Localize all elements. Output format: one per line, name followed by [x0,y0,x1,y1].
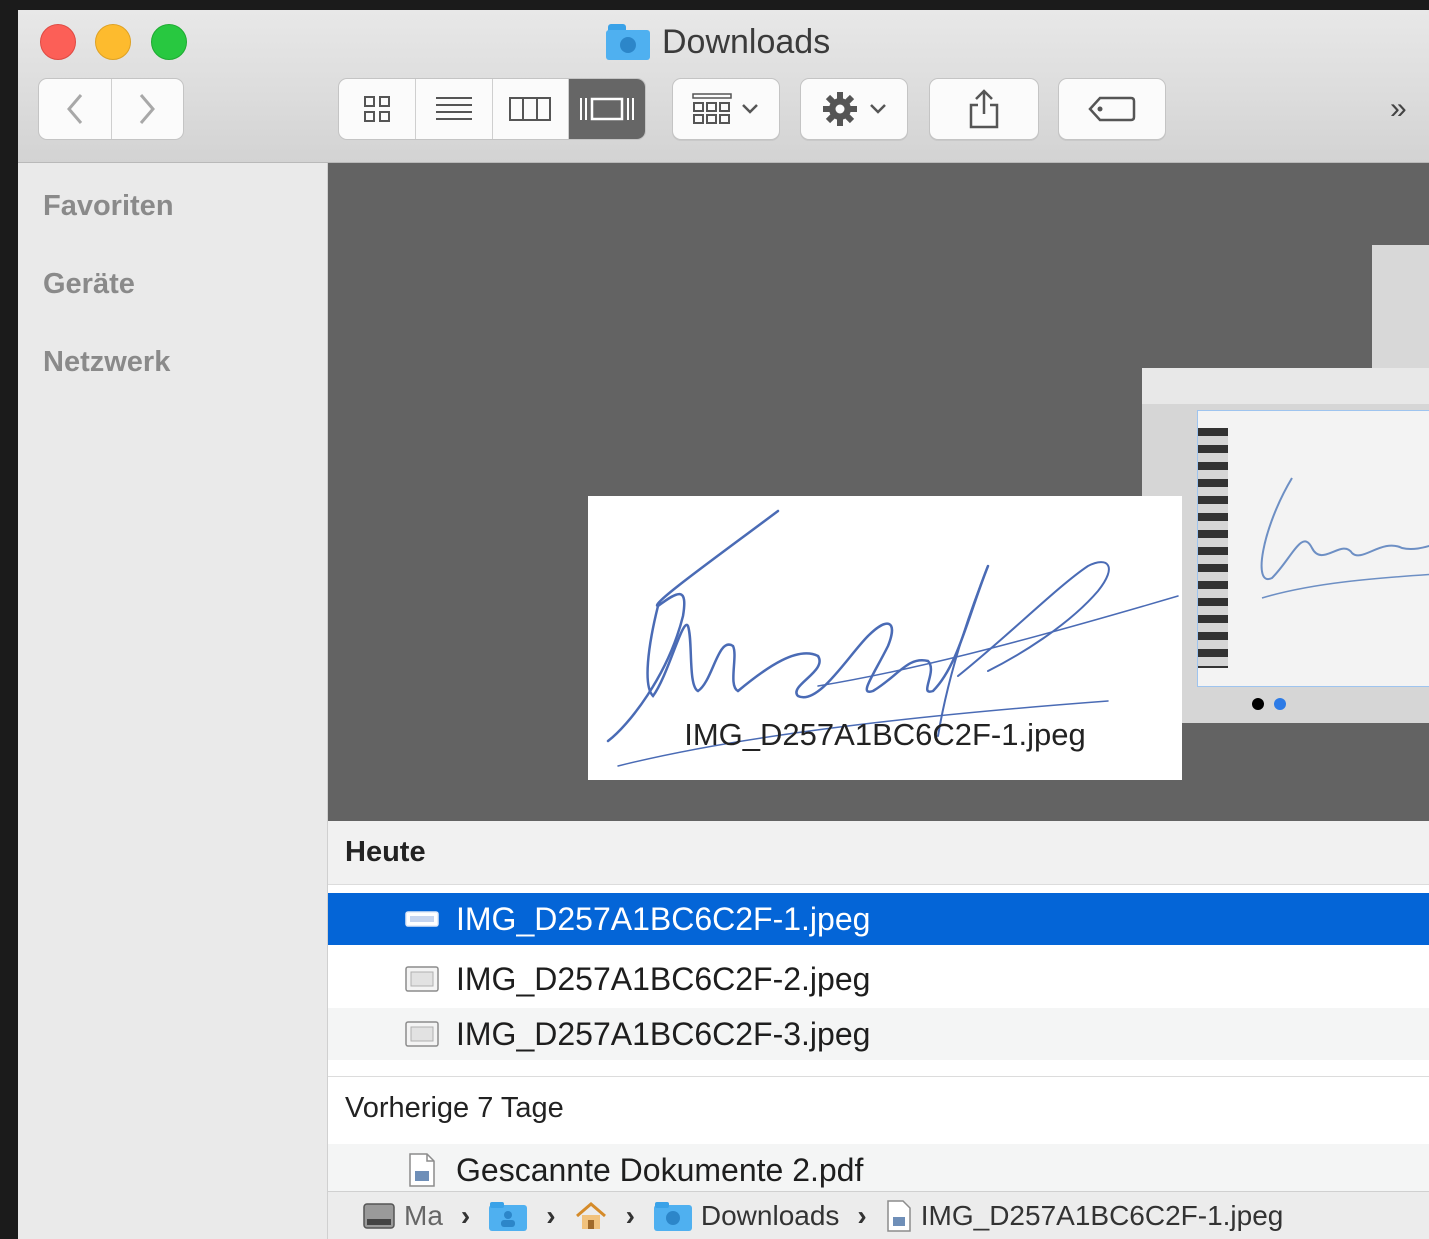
path-separator: › [857,1199,867,1231]
zoom-button[interactable] [151,24,187,60]
columns-icon [509,97,552,121]
forward-button[interactable] [112,79,184,139]
view-switcher [338,78,646,140]
file-row[interactable]: IMG_D257A1BC6C2F-1.jpeg [328,893,1429,945]
toolbar-overflow-button[interactable]: » [1390,92,1407,126]
file-name: IMG_D257A1BC6C2F-2.jpeg [456,960,871,997]
path-separator: › [546,1199,556,1231]
sidebar-item-favoriten[interactable]: Favoriten [43,190,174,223]
chevron-left-icon [66,94,82,124]
file-row[interactable]: IMG_D257A1BC6C2F-2.jpeg [328,953,1429,1005]
chevron-right-icon [140,94,156,124]
group-by-button[interactable] [672,78,780,140]
group-grid-icon [692,93,732,124]
path-separator: › [460,1199,471,1231]
file-row[interactable]: Gescannte Dokumente 2.pdf [328,1144,1429,1191]
gear-icon [823,92,857,126]
column-view-button[interactable] [493,79,570,139]
back-button[interactable] [39,79,112,139]
image-file-icon [405,905,439,933]
close-button[interactable] [40,24,76,60]
sidebar-item-geraete[interactable]: Geräte [43,268,135,301]
file-name: IMG_D257A1BC6C2F-1.jpeg [456,900,871,937]
chevron-down-icon [742,104,758,114]
users-folder-icon [489,1201,528,1231]
preview-color-dots [1252,698,1286,710]
share-icon [969,89,999,129]
finder-window: Downloads » Favoriten Geräte Netzwerk IM… [18,10,1429,1239]
signature-preview-image [1260,477,1429,599]
preview-tool-palette [1198,428,1228,668]
hard-disk-icon [363,1202,395,1229]
file-row[interactable]: IMG_D257A1BC6C2F-3.jpeg [328,1008,1429,1060]
coverflow-icon [580,97,635,121]
downloads-folder-icon [606,24,650,60]
path-item-file[interactable]: IMG_D257A1BC6C2F-1.jpeg [885,1199,1283,1233]
list-icon [435,97,472,120]
cover-file-label: IMG_D257A1BC6C2F-1.jpeg [684,717,1086,752]
group-header-heute: Heute [328,821,1429,885]
window-title: Downloads [606,20,830,64]
cover-far-preview[interactable] [1372,245,1429,375]
home-icon [575,1201,606,1229]
image-file-icon [405,1020,439,1048]
image-file-icon [405,965,439,993]
preview-app-toolbar [1142,368,1429,404]
tag-icon [1088,96,1136,122]
path-item-disk[interactable]: Ma [362,1200,443,1232]
path-bar: Ma › › › Downloads › IMG_D257A1BC6C2F-1.… [328,1191,1429,1239]
path-separator: › [625,1199,635,1231]
window-title-text: Downloads [662,22,831,61]
path-item-users[interactable] [488,1200,528,1232]
file-name: IMG_D257A1BC6C2F-3.jpeg [456,1015,871,1052]
sidebar: Favoriten Geräte Netzwerk [18,163,328,1239]
share-button[interactable] [929,78,1039,140]
file-name: Gescannte Dokumente 2.pdf [456,1151,864,1188]
pdf-file-icon [405,1153,439,1187]
file-list: Heute IMG_D257A1BC6C2F-1.jpeg IMG_D257A1… [328,821,1429,1191]
minimize-button[interactable] [95,24,131,60]
sidebar-item-netzwerk[interactable]: Netzwerk [43,346,170,379]
cover-next-preview[interactable] [1142,368,1429,723]
titlebar: Downloads » [18,10,1429,163]
group-header-vorherige-7-tage: Vorherige 7 Tage [328,1076,1429,1140]
grid-icon [363,96,390,122]
list-view-button[interactable] [416,79,493,139]
document-icon [887,1199,911,1232]
chevron-down-icon [870,104,886,114]
cover-flow-view[interactable]: IMG_D257A1BC6C2F-1.jpeg [328,163,1429,821]
coverflow-view-button[interactable] [569,79,645,139]
path-item-home[interactable] [574,1201,608,1231]
tags-button[interactable] [1058,78,1166,140]
cover-selected-preview[interactable]: IMG_D257A1BC6C2F-1.jpeg [588,496,1182,780]
icon-view-button[interactable] [339,79,416,139]
downloads-folder-icon [653,1201,692,1231]
path-item-downloads[interactable]: Downloads [653,1200,839,1232]
nav-buttons [38,78,184,140]
action-menu-button[interactable] [800,78,908,140]
